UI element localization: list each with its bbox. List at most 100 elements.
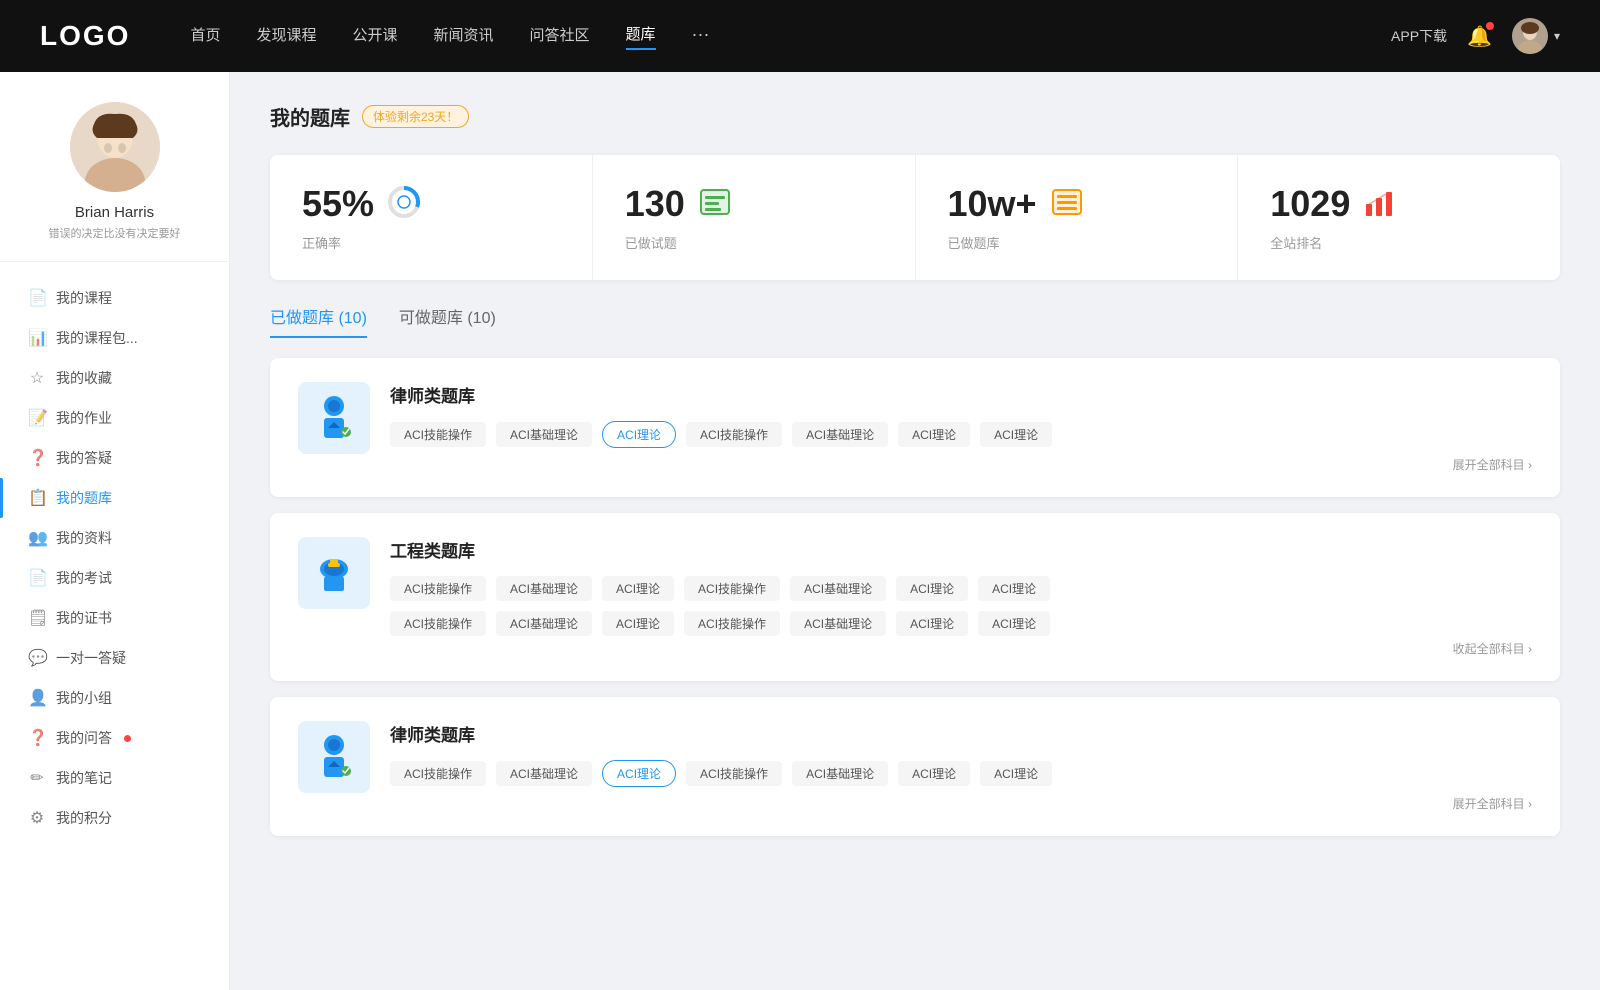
stat-accuracy-value: 55% [302, 183, 374, 225]
nav-open-course[interactable]: 公开课 [352, 24, 397, 49]
tag-3-6[interactable]: ACI理论 [980, 761, 1052, 786]
tag-3-0[interactable]: ACI技能操作 [390, 761, 486, 786]
notification-bell[interactable]: 🔔 [1467, 24, 1492, 49]
tag-2-0[interactable]: ACI技能操作 [390, 576, 486, 601]
app-download-link[interactable]: APP下载 [1391, 26, 1447, 46]
nav-question-bank[interactable]: 题库 [626, 23, 656, 50]
user-avatar-menu[interactable]: ▾ [1512, 18, 1560, 54]
points-icon: ⚙ [28, 808, 46, 828]
collapse-link-2[interactable]: 收起全部科目 › [390, 640, 1532, 657]
tab-available-banks[interactable]: 可做题库 (10) [399, 304, 496, 338]
menu-label-favorites: 我的收藏 [56, 368, 112, 388]
tag-1-3[interactable]: ACI技能操作 [686, 422, 782, 447]
tag-2-5[interactable]: ACI理论 [896, 576, 968, 601]
tag-1-0[interactable]: ACI技能操作 [390, 422, 486, 447]
tag-2-3[interactable]: ACI技能操作 [684, 576, 780, 601]
tag-2-r2-0[interactable]: ACI技能操作 [390, 611, 486, 636]
bank-card-lawyer-2: 律师类题库 ACI技能操作 ACI基础理论 ACI理论 ACI技能操作 ACI基… [270, 697, 1560, 836]
sidebar-item-points[interactable]: ⚙ 我的积分 [0, 798, 229, 838]
sidebar-item-question-bank[interactable]: 📋 我的题库 [0, 478, 229, 518]
qa-notification-dot [124, 735, 131, 742]
sidebar-username: Brian Harris [75, 204, 154, 221]
navbar-right: APP下载 🔔 ▾ [1391, 18, 1560, 54]
accuracy-pie-icon [386, 184, 422, 225]
bank-card-header-1: 律师类题库 ACI技能操作 ACI基础理论 ACI理论 ACI技能操作 ACI基… [298, 382, 1532, 473]
menu-label-points: 我的积分 [56, 808, 112, 828]
tags-row-2-second: ACI技能操作 ACI基础理论 ACI理论 ACI技能操作 ACI基础理论 AC… [390, 611, 1532, 636]
stat-done-value: 130 [625, 183, 685, 225]
one-on-one-icon: 💬 [28, 648, 46, 668]
tags-row-2: ACI技能操作 ACI基础理论 ACI理论 ACI技能操作 ACI基础理论 AC… [390, 576, 1532, 601]
sidebar-item-one-on-one[interactable]: 💬 一对一答疑 [0, 638, 229, 678]
lawyer-bank-icon-1 [298, 382, 370, 454]
tag-2-r2-6[interactable]: ACI理论 [978, 611, 1050, 636]
nav-more[interactable]: ··· [692, 24, 710, 49]
tag-2-r2-5[interactable]: ACI理论 [896, 611, 968, 636]
sidebar-item-favorites[interactable]: ☆ 我的收藏 [0, 358, 229, 398]
tag-1-2[interactable]: ACI理论 [602, 421, 676, 448]
tag-2-4[interactable]: ACI基础理论 [790, 576, 886, 601]
sidebar-menu: 📄 我的课程 📊 我的课程包... ☆ 我的收藏 📝 我的作业 ❓ 我的答疑 📋 [0, 278, 229, 838]
tag-3-4[interactable]: ACI基础理论 [792, 761, 888, 786]
sidebar-item-notes[interactable]: ✏ 我的笔记 [0, 758, 229, 798]
sidebar-item-homework[interactable]: 📝 我的作业 [0, 398, 229, 438]
bank-title-3: 律师类题库 [390, 721, 1532, 746]
trial-badge: 体验剩余23天！ [362, 105, 469, 128]
exam-icon: 📄 [28, 568, 46, 588]
stat-rank-top: 1029 [1270, 183, 1528, 225]
menu-label-one-on-one: 一对一答疑 [56, 648, 126, 668]
sidebar-item-certificate[interactable]: 🗒 我的证书 [0, 598, 229, 638]
tag-3-1[interactable]: ACI基础理论 [496, 761, 592, 786]
menu-label-my-qa: 我的问答 [56, 728, 112, 748]
menu-label-notes: 我的笔记 [56, 768, 112, 788]
menu-label-profile: 我的资料 [56, 528, 112, 548]
tag-1-6[interactable]: ACI理论 [980, 422, 1052, 447]
tag-1-1[interactable]: ACI基础理论 [496, 422, 592, 447]
stat-rank-label: 全站排名 [1270, 233, 1528, 252]
stat-done-top: 130 [625, 183, 883, 225]
tags-row-1: ACI技能操作 ACI基础理论 ACI理论 ACI技能操作 ACI基础理论 AC… [390, 421, 1532, 448]
tag-3-2[interactable]: ACI理论 [602, 760, 676, 787]
nav-qa[interactable]: 问答社区 [530, 24, 590, 49]
tag-3-3[interactable]: ACI技能操作 [686, 761, 782, 786]
nav-discover[interactable]: 发现课程 [256, 24, 316, 49]
tags-row-3: ACI技能操作 ACI基础理论 ACI理论 ACI技能操作 ACI基础理论 AC… [390, 760, 1532, 787]
tag-2-r2-3[interactable]: ACI技能操作 [684, 611, 780, 636]
expand-link-1[interactable]: 展开全部科目 › [390, 456, 1532, 473]
tag-1-5[interactable]: ACI理论 [898, 422, 970, 447]
tag-2-2[interactable]: ACI理论 [602, 576, 674, 601]
menu-label-groups: 我的小组 [56, 688, 112, 708]
bank-card-engineer: 工程类题库 ACI技能操作 ACI基础理论 ACI理论 ACI技能操作 ACI基… [270, 513, 1560, 681]
rank-bar-icon [1362, 184, 1398, 225]
menu-label-certificate: 我的证书 [56, 608, 112, 628]
stat-accuracy-top: 55% [302, 183, 560, 225]
nav-news[interactable]: 新闻资讯 [434, 24, 494, 49]
nav-home[interactable]: 首页 [190, 24, 220, 49]
tag-2-r2-4[interactable]: ACI基础理论 [790, 611, 886, 636]
tag-3-5[interactable]: ACI理论 [898, 761, 970, 786]
tag-2-1[interactable]: ACI基础理论 [496, 576, 592, 601]
menu-label-exam: 我的考试 [56, 568, 112, 588]
sidebar-item-courses[interactable]: 📄 我的课程 [0, 278, 229, 318]
bank-info-3: 律师类题库 ACI技能操作 ACI基础理论 ACI理论 ACI技能操作 ACI基… [390, 721, 1532, 812]
tabs-row: 已做题库 (10) 可做题库 (10) [270, 304, 1560, 338]
sidebar-item-answers[interactable]: ❓ 我的答疑 [0, 438, 229, 478]
sidebar-item-course-packages[interactable]: 📊 我的课程包... [0, 318, 229, 358]
page-title-row: 我的题库 体验剩余23天！ [270, 102, 1560, 131]
tag-2-6[interactable]: ACI理论 [978, 576, 1050, 601]
certificate-icon: 🗒 [28, 608, 46, 628]
groups-icon: 👤 [28, 688, 46, 708]
logo: LOGO [40, 20, 130, 52]
answers-icon: ❓ [28, 448, 46, 468]
sidebar-item-exam[interactable]: 📄 我的考试 [0, 558, 229, 598]
tag-1-4[interactable]: ACI基础理论 [792, 422, 888, 447]
sidebar-item-profile[interactable]: 👥 我的资料 [0, 518, 229, 558]
tab-done-banks[interactable]: 已做题库 (10) [270, 304, 367, 338]
qbank-icon: 📋 [28, 488, 46, 508]
expand-link-3[interactable]: 展开全部科目 › [390, 795, 1532, 812]
sidebar-item-my-qa[interactable]: ❓ 我的问答 [0, 718, 229, 758]
tag-2-r2-1[interactable]: ACI基础理论 [496, 611, 592, 636]
menu-label-homework: 我的作业 [56, 408, 112, 428]
sidebar-item-groups[interactable]: 👤 我的小组 [0, 678, 229, 718]
tag-2-r2-2[interactable]: ACI理论 [602, 611, 674, 636]
